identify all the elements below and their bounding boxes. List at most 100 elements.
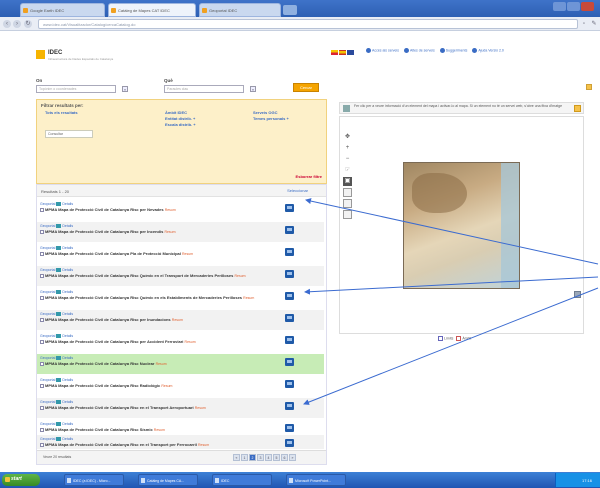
- result-checkbox[interactable]: [40, 296, 44, 301]
- download-icon[interactable]: [285, 226, 294, 234]
- result-info-link[interactable]: Detalls: [62, 246, 73, 250]
- result-source[interactable]: Geoportal: [40, 268, 55, 272]
- result-title-text[interactable]: MPMA Mapa de Protecció Civil de Cataluny…: [45, 383, 160, 388]
- taskbar-item-3[interactable]: IDEC: [212, 474, 272, 486]
- result-checkbox[interactable]: [40, 384, 44, 389]
- filter-topics[interactable]: Temes personals +: [253, 116, 289, 122]
- link-help[interactable]: Ajuda: [478, 48, 487, 52]
- result-source[interactable]: Geoportal: [40, 334, 55, 338]
- minimize-button[interactable]: [553, 2, 566, 11]
- result-info-link[interactable]: Detalls: [62, 224, 73, 228]
- zoom-in-icon[interactable]: +: [343, 144, 352, 153]
- download-icon[interactable]: [285, 424, 294, 432]
- where-go-button[interactable]: »: [122, 86, 128, 92]
- result-title-text[interactable]: MPMA Mapa de Protecció Civil de Cataluny…: [45, 207, 164, 212]
- result-item[interactable]: Geoportal Detalls MPMA Mapa de Protecció C…: [37, 376, 324, 396]
- result-summary-link[interactable]: Resum: [172, 318, 183, 322]
- download-icon[interactable]: [285, 380, 294, 388]
- page-4-button[interactable]: 4: [265, 454, 272, 461]
- result-checkbox[interactable]: [40, 252, 44, 257]
- result-checkbox[interactable]: [40, 274, 44, 279]
- result-title-text[interactable]: MPMA Mapa de Protecció Civil de Cataluny…: [45, 317, 171, 322]
- catalonia-map-image[interactable]: [403, 162, 520, 289]
- result-info-link[interactable]: Detalls: [62, 400, 73, 404]
- page-3-button[interactable]: 3: [257, 454, 264, 461]
- download-icon[interactable]: [285, 248, 294, 256]
- result-item[interactable]: Geoportal Detalls MPMA Mapa de Protecció C…: [37, 288, 324, 308]
- result-summary-link[interactable]: Resum: [156, 362, 167, 366]
- result-title-text[interactable]: MPMA Mapa de Protecció Civil de Cataluny…: [45, 361, 154, 366]
- result-checkbox[interactable]: [40, 230, 44, 235]
- result-info-link[interactable]: Detalls: [62, 290, 73, 294]
- link-suggestions[interactable]: Suggeriments: [446, 48, 468, 52]
- result-info-link[interactable]: Detalls: [62, 312, 73, 316]
- flag-english-icon[interactable]: [347, 50, 354, 55]
- result-source[interactable]: Geoportal: [40, 246, 55, 250]
- what-go-button[interactable]: »: [250, 86, 256, 92]
- result-summary-link[interactable]: Resum: [161, 384, 172, 388]
- close-window-button[interactable]: [581, 2, 594, 11]
- result-checkbox[interactable]: [40, 428, 44, 433]
- flag-catalan-icon[interactable]: [331, 50, 338, 55]
- result-item[interactable]: Geoportal Detalls MPMA Mapa de Protecció C…: [37, 332, 324, 352]
- result-item[interactable]: Geoportal Detalls MPMA Mapa de Protecció C…: [37, 244, 324, 264]
- result-source[interactable]: Geoportal: [40, 378, 55, 382]
- page-5-button[interactable]: 5: [273, 454, 280, 461]
- result-title-text[interactable]: MPMA Mapa de Protecció Civil de Cataluny…: [45, 229, 163, 234]
- result-summary-link[interactable]: Resum: [164, 230, 175, 234]
- page-last-button[interactable]: »: [289, 454, 296, 461]
- result-checkbox[interactable]: [40, 318, 44, 323]
- result-source[interactable]: Geoportal: [40, 224, 55, 228]
- result-item[interactable]: Geoportal Detalls MPMA Mapa de Protecció C…: [37, 266, 324, 286]
- result-item[interactable]: Geoportal Detalls MPMA Mapa de Protecció C…: [37, 200, 324, 220]
- what-input[interactable]: Paraules clau: [164, 85, 244, 93]
- result-source[interactable]: Geoportal: [40, 290, 55, 294]
- result-item[interactable]: Geoportal Detalls MPMA Mapa de Protecció C…: [37, 435, 324, 449]
- page-first-button[interactable]: «: [233, 454, 240, 461]
- result-summary-link[interactable]: Resum: [182, 252, 193, 256]
- result-title-text[interactable]: MPMA Mapa de Protecció Civil de Cataluny…: [45, 273, 233, 278]
- search-button[interactable]: Cercar: [293, 83, 319, 92]
- filter-input[interactable]: Consultar: [45, 130, 93, 138]
- result-source[interactable]: Geoportal: [40, 356, 55, 360]
- taskbar-item-1[interactable]: IDEC (a IDEC) - Micro...: [64, 474, 124, 486]
- reload-icon[interactable]: ↻: [24, 20, 32, 28]
- taskbar-item-4[interactable]: Microsoft PowerPoint...: [286, 474, 346, 486]
- address-bar[interactable]: www.idec.cat/Visualitzador/Catalog/cerca…: [38, 19, 578, 29]
- result-title-text[interactable]: MPMA Mapa de Protecció Civil de Cataluny…: [45, 442, 197, 447]
- result-summary-link[interactable]: Resum: [154, 428, 165, 432]
- result-checkbox[interactable]: [40, 208, 44, 213]
- browser-tab-3[interactable]: Geoportal IDEC: [199, 3, 281, 17]
- back-icon[interactable]: ‹: [3, 20, 11, 28]
- filter-scale[interactable]: Escala distrib. +: [165, 122, 196, 128]
- map-tool-2[interactable]: [343, 199, 352, 208]
- map-tool-1[interactable]: [343, 188, 352, 197]
- maximize-button[interactable]: [567, 2, 580, 11]
- download-icon[interactable]: [285, 336, 294, 344]
- remove-filter-link[interactable]: Esborrar filtre: [296, 174, 322, 179]
- result-summary-link[interactable]: Resum: [198, 443, 209, 447]
- pan-arrows-icon[interactable]: ✥: [343, 133, 352, 142]
- result-summary-link[interactable]: Resum: [195, 406, 206, 410]
- map-tool-3[interactable]: [343, 210, 352, 219]
- result-info-link[interactable]: Detalls: [62, 268, 73, 272]
- result-summary-link[interactable]: Resum: [185, 340, 196, 344]
- download-icon[interactable]: [285, 358, 294, 366]
- new-tab-button[interactable]: [283, 5, 297, 15]
- wrench-icon[interactable]: ✎: [590, 20, 598, 28]
- download-icon[interactable]: [285, 292, 294, 300]
- result-title-text[interactable]: MPMA Mapa de Protecció Civil de Cataluny…: [45, 251, 181, 256]
- result-title-text[interactable]: MPMA Mapa de Protecció Civil de Cataluny…: [45, 427, 153, 432]
- map-corner-button[interactable]: [586, 84, 592, 90]
- browser-tab-1[interactable]: Google Earth IDEC: [20, 3, 105, 17]
- start-button[interactable]: start: [2, 474, 40, 486]
- download-icon[interactable]: [285, 270, 294, 278]
- download-icon[interactable]: [285, 314, 294, 322]
- layers-icon[interactable]: ▣: [343, 177, 352, 186]
- where-input[interactable]: Topònim o coordenades: [36, 85, 116, 93]
- result-source[interactable]: Geoportal: [40, 437, 55, 441]
- result-info-link[interactable]: Detalls: [62, 422, 73, 426]
- page-menu-icon[interactable]: ▫: [580, 20, 588, 28]
- page-6-button[interactable]: 6: [281, 454, 288, 461]
- download-icon[interactable]: [285, 402, 294, 410]
